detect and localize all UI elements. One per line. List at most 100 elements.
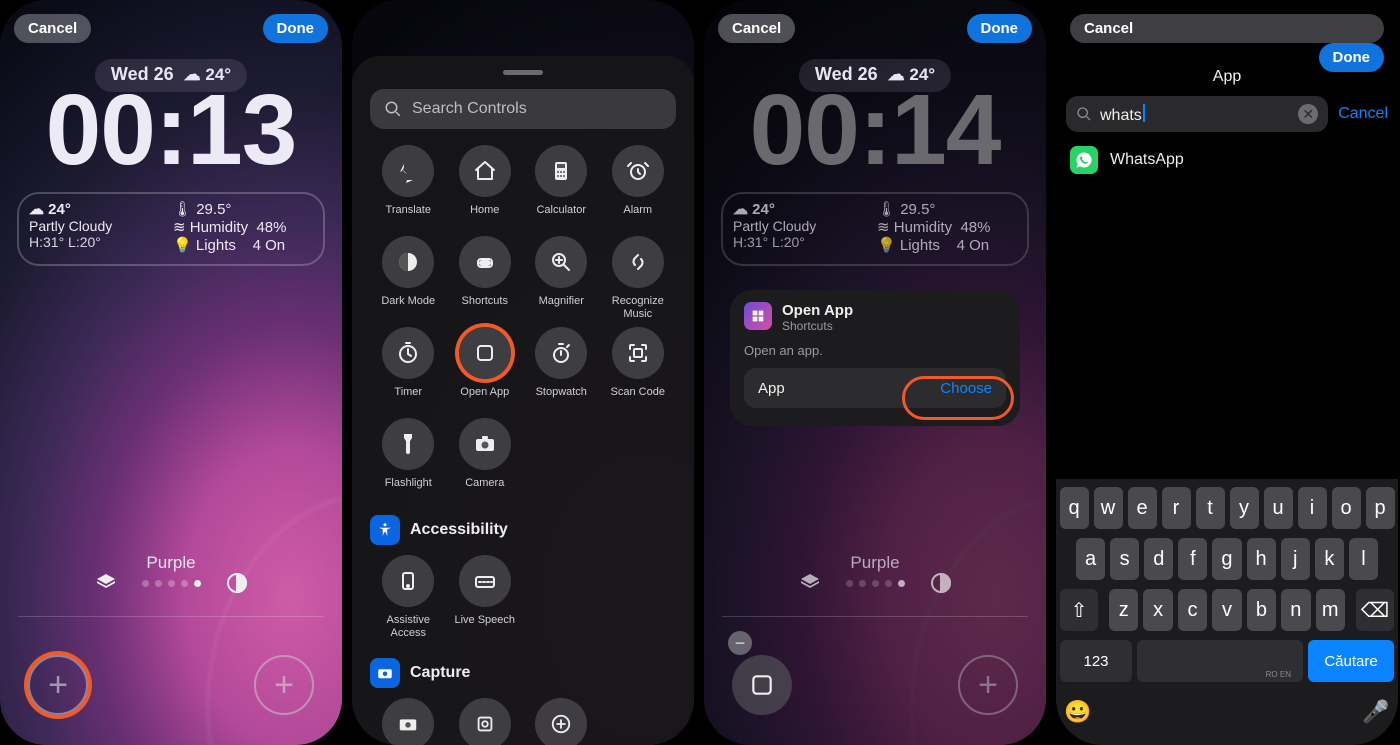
search-key[interactable]: Căutare: [1308, 640, 1394, 682]
control-home[interactable]: Home: [447, 145, 524, 230]
topbar: Cancel Done: [14, 14, 328, 43]
control-label: Dark Mode: [381, 295, 435, 321]
control-darkmode[interactable]: Dark Mode: [370, 236, 447, 321]
key-i[interactable]: i: [1298, 487, 1327, 529]
lock-time[interactable]: 00:13: [0, 80, 342, 180]
key-u[interactable]: u: [1264, 487, 1293, 529]
control-item[interactable]: [447, 698, 524, 745]
cancel-button[interactable]: Cancel: [14, 14, 91, 43]
control-timer[interactable]: Timer: [370, 327, 447, 412]
dialog-description: Open an app.: [744, 343, 1006, 358]
control-translate[interactable]: Translate: [370, 145, 447, 230]
key-h[interactable]: h: [1247, 538, 1276, 580]
key-y[interactable]: y: [1230, 487, 1259, 529]
plus-icon: +: [48, 666, 68, 705]
key-a[interactable]: a: [1076, 538, 1105, 580]
control-label: Assistive Access: [370, 614, 447, 640]
capture-grid-partial: [370, 698, 676, 745]
cancel-button[interactable]: Cancel: [1070, 14, 1384, 43]
mic-key[interactable]: 🎤: [1358, 691, 1394, 733]
key-z[interactable]: z: [1109, 589, 1138, 631]
key-f[interactable]: f: [1178, 538, 1207, 580]
widget-lights: 💡 Lights 4 On: [173, 236, 313, 254]
control-shazam[interactable]: Recognize Music: [600, 236, 677, 321]
done-button[interactable]: Done: [263, 14, 329, 43]
key-t[interactable]: t: [1196, 487, 1225, 529]
date-label: Wed 26: [111, 64, 174, 85]
key-v[interactable]: v: [1212, 589, 1241, 631]
search-controls-field[interactable]: Search Controls: [370, 89, 676, 129]
key-b[interactable]: b: [1247, 589, 1276, 631]
control-stopwatch[interactable]: Stopwatch: [523, 327, 600, 412]
control-label: Camera: [465, 477, 504, 503]
control-label: Recognize Music: [600, 295, 677, 321]
control-calc[interactable]: Calculator: [523, 145, 600, 230]
key-o[interactable]: o: [1332, 487, 1361, 529]
clear-icon[interactable]: ✕: [1298, 104, 1318, 124]
widget-hilo: H:31° L:20°: [29, 234, 169, 250]
search-result[interactable]: WhatsApp: [1070, 146, 1384, 174]
search-cancel-button[interactable]: Cancel: [1338, 105, 1388, 123]
key-p[interactable]: p: [1366, 487, 1395, 529]
appearance-icon[interactable]: [223, 569, 251, 597]
key-s[interactable]: s: [1110, 538, 1139, 580]
control-label: Stopwatch: [536, 386, 587, 412]
flashlight-icon: [382, 418, 434, 470]
widget-condition: Partly Cloudy: [29, 218, 169, 234]
control-magnifier[interactable]: Magnifier: [523, 236, 600, 321]
control-item[interactable]: [370, 698, 447, 745]
key-q[interactable]: q: [1060, 487, 1089, 529]
space-key[interactable]: RO EN: [1137, 640, 1303, 682]
key-n[interactable]: n: [1281, 589, 1310, 631]
key-j[interactable]: j: [1281, 538, 1310, 580]
key-k[interactable]: k: [1315, 538, 1344, 580]
key-w[interactable]: w: [1094, 487, 1123, 529]
control-flashlight[interactable]: Flashlight: [370, 418, 447, 503]
add-left-control-button[interactable]: +: [28, 655, 88, 715]
control-item[interactable]: [523, 698, 600, 745]
widgets-area[interactable]: ☁ 24° Partly Cloudy H:31° L:20° 🌡 29.5° …: [17, 192, 325, 266]
add-right-control-button[interactable]: +: [958, 655, 1018, 715]
sheet-grabber[interactable]: [503, 70, 543, 75]
page-dots[interactable]: [142, 580, 201, 587]
layers-icon[interactable]: [92, 569, 120, 597]
control-livespeech[interactable]: Live Speech: [447, 555, 524, 640]
control-label: Calculator: [536, 204, 586, 230]
darkmode-icon: [382, 236, 434, 288]
key-g[interactable]: g: [1212, 538, 1241, 580]
control-shortcuts[interactable]: Shortcuts: [447, 236, 524, 321]
livespeech-icon: [459, 555, 511, 607]
remove-control-button[interactable]: −: [728, 631, 752, 655]
panel-4-app-search: Cancel Done App whats ✕ Cancel WhatsApp …: [1056, 0, 1398, 745]
done-button[interactable]: Done: [967, 14, 1033, 43]
backspace-key[interactable]: ⌫: [1356, 589, 1394, 631]
placed-open-app-control[interactable]: [732, 655, 792, 715]
control-label: Home: [470, 204, 499, 230]
control-assistive[interactable]: Assistive Access: [370, 555, 447, 640]
key-e[interactable]: e: [1128, 487, 1157, 529]
key-d[interactable]: d: [1144, 538, 1173, 580]
calc-icon: [535, 145, 587, 197]
style-pager: [0, 569, 342, 597]
key-c[interactable]: c: [1178, 589, 1207, 631]
appearance-icon: [927, 569, 955, 597]
key-x[interactable]: x: [1143, 589, 1172, 631]
key-l[interactable]: l: [1349, 538, 1378, 580]
add-right-control-button[interactable]: +: [254, 655, 314, 715]
emoji-key[interactable]: 😀: [1060, 691, 1096, 733]
topbar: Cancel Done: [1070, 14, 1384, 72]
numbers-key[interactable]: 123: [1060, 640, 1132, 682]
key-m[interactable]: m: [1316, 589, 1345, 631]
control-scan[interactable]: Scan Code: [600, 327, 677, 412]
panel-2-controls-gallery: Search Controls Translate Home Calculator A…: [352, 0, 694, 745]
magnifier-icon: [535, 236, 587, 288]
shift-key[interactable]: ⇧: [1060, 589, 1098, 631]
control-alarm[interactable]: Alarm: [600, 145, 677, 230]
control-label: Translate: [386, 204, 431, 230]
control-openapp[interactable]: Open App: [447, 327, 524, 412]
date-weather-pill[interactable]: Wed 26 ☁ 24°: [95, 59, 247, 92]
key-r[interactable]: r: [1162, 487, 1191, 529]
cancel-button[interactable]: Cancel: [718, 14, 795, 43]
search-field[interactable]: whats ✕: [1066, 96, 1328, 132]
control-camera[interactable]: Camera: [447, 418, 524, 503]
